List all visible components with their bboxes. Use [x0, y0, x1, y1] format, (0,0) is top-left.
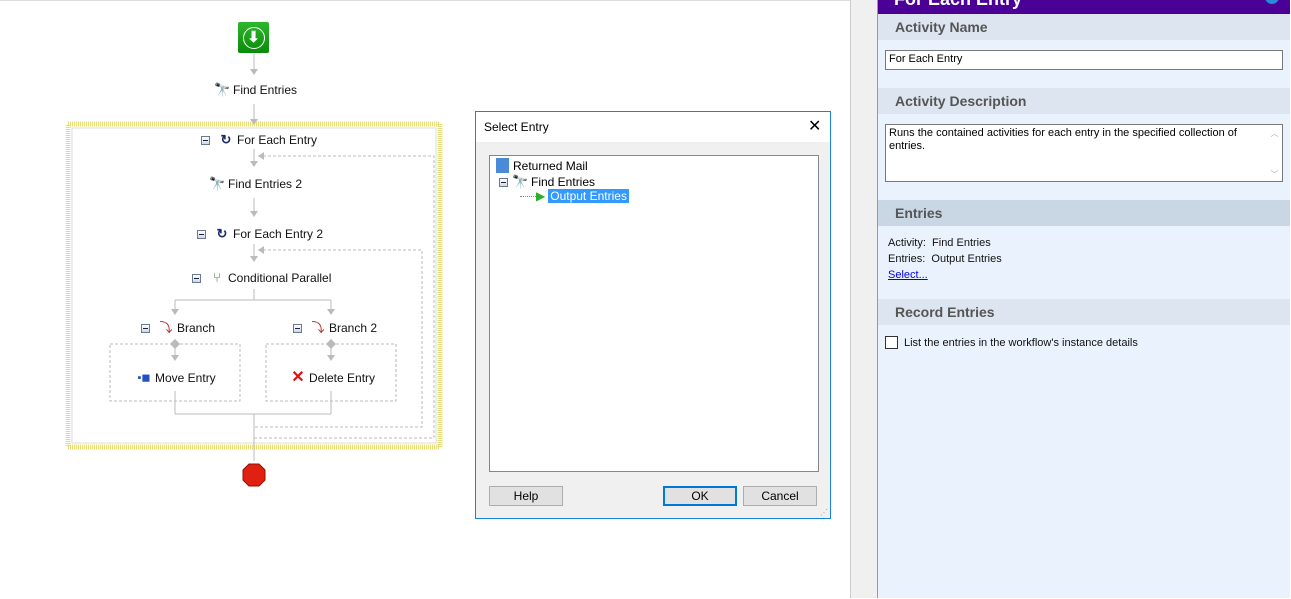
- delete-x-icon: ✕: [291, 369, 305, 386]
- collapse-icon[interactable]: [141, 323, 150, 333]
- node-for-each-entry[interactable]: ↻ For Each Entry: [201, 132, 317, 148]
- section-activity-name: Activity Name: [878, 14, 1290, 40]
- dialog-titlebar: Select Entry ✕: [476, 112, 830, 142]
- record-entries-checkbox[interactable]: [885, 336, 898, 349]
- section-entries: Entries: [878, 200, 1290, 226]
- parallel-icon: ⑂: [213, 270, 221, 285]
- ok-button[interactable]: OK: [663, 486, 737, 506]
- tree-item-output-entries[interactable]: ▶ Output Entries: [536, 189, 629, 203]
- entries-value: Output Entries: [931, 253, 1002, 265]
- activity-label: Activity:: [888, 237, 926, 249]
- binoculars-icon: 🔭: [209, 176, 226, 191]
- node-branch-2[interactable]: ⤵ Branch 2: [293, 320, 377, 336]
- select-entry-dialog: Select Entry ✕ Returned Mail 🔭 Find Entri…: [475, 111, 831, 519]
- panel-title: For Each Entry: [878, 0, 1290, 14]
- entries-label: Entries:: [888, 253, 926, 265]
- node-label: Delete Entry: [309, 371, 376, 385]
- move-entry-icon: ▪◼: [137, 372, 151, 384]
- node-for-each-entry-2[interactable]: ↻ For Each Entry 2: [197, 226, 323, 242]
- activity-value: Find Entries: [932, 237, 991, 249]
- binoculars-icon: 🔭: [214, 82, 231, 97]
- section-activity-description: Activity Description: [878, 88, 1290, 114]
- panel-splitter[interactable]: [850, 0, 878, 598]
- node-find-entries-2[interactable]: 🔭 Find Entries 2: [209, 176, 302, 192]
- tree-label: Returned Mail: [513, 158, 588, 173]
- select-link[interactable]: Select...: [888, 269, 928, 281]
- node-label: For Each Entry: [237, 133, 318, 147]
- collapse-icon[interactable]: [201, 135, 210, 145]
- collapse-icon[interactable]: [499, 177, 508, 187]
- dialog-title: Select Entry: [484, 120, 549, 134]
- binoculars-icon: 🔭: [512, 174, 529, 189]
- help-button[interactable]: Help: [489, 486, 563, 506]
- node-label: For Each Entry 2: [233, 227, 324, 241]
- entry-tree[interactable]: Returned Mail 🔭 Find Entries ▶ Output Entr…: [489, 155, 819, 472]
- workflow-file-icon: [496, 158, 509, 173]
- branch-icon: ⤵: [159, 320, 173, 335]
- loop-icon: ↻: [216, 226, 228, 241]
- tree-label-selected: Output Entries: [548, 189, 629, 203]
- tree-item-returned-mail[interactable]: Returned Mail: [496, 158, 588, 173]
- collapse-icon[interactable]: [197, 229, 206, 239]
- cancel-button[interactable]: Cancel: [743, 486, 817, 506]
- tree-label: Find Entries: [531, 175, 596, 189]
- branch-icon: ⤵: [311, 320, 325, 335]
- node-label: Branch 2: [329, 321, 378, 335]
- node-label: Conditional Parallel: [228, 271, 332, 285]
- section-record-entries: Record Entries: [878, 299, 1290, 325]
- properties-panel: For Each Entry Activity Name For Each En…: [878, 0, 1290, 598]
- node-move-entry[interactable]: ▪◼ Move Entry: [136, 370, 216, 386]
- activity-name-input[interactable]: For Each Entry: [885, 50, 1283, 70]
- activity-description-textarea[interactable]: Runs the contained activities for each e…: [885, 124, 1283, 182]
- loop-icon: ↻: [220, 132, 232, 147]
- stop-node-icon[interactable]: [242, 463, 266, 487]
- node-branch[interactable]: ⤵ Branch: [141, 320, 215, 336]
- node-label: Find Entries 2: [228, 177, 303, 191]
- start-node-icon[interactable]: ⬇: [238, 22, 269, 53]
- close-icon[interactable]: ✕: [808, 116, 821, 136]
- node-find-entries[interactable]: 🔭 Find Entries: [214, 82, 297, 98]
- node-label: Find Entries: [233, 83, 298, 97]
- collapse-icon[interactable]: [293, 323, 302, 333]
- node-label: Move Entry: [155, 371, 216, 385]
- node-delete-entry[interactable]: ✕ Delete Entry: [290, 370, 375, 386]
- node-label: Branch: [177, 321, 216, 335]
- tree-item-find-entries[interactable]: 🔭 Find Entries: [499, 174, 595, 190]
- play-icon: ▶: [536, 189, 546, 203]
- node-conditional-parallel[interactable]: ⑂ Conditional Parallel: [192, 270, 331, 286]
- record-entries-label[interactable]: List the entries in the workflow's insta…: [904, 337, 1138, 349]
- description-scrollbar[interactable]: ︿ ﹀: [1267, 125, 1282, 181]
- resize-grip-icon[interactable]: ⋰: [820, 508, 828, 517]
- tree-connector: [520, 196, 536, 197]
- collapse-icon[interactable]: [192, 273, 201, 283]
